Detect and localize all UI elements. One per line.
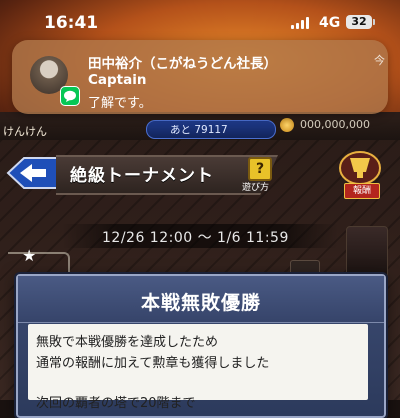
dialog-line-1: 無敗で本戦優勝を達成したため bbox=[36, 335, 219, 350]
dialog-title: 本戦無敗優勝 bbox=[140, 292, 261, 314]
dialog-line-2: 通常の報酬に加えて勲章も獲得しました bbox=[36, 356, 270, 371]
event-period: 12/26 12:00 ～ 1/6 11:59 bbox=[102, 230, 289, 246]
coin-icon bbox=[280, 118, 294, 132]
cellular-signal-icon bbox=[291, 17, 311, 29]
dialog-line-4: 次回の覇者の塔で20階まで bbox=[36, 396, 196, 411]
coin-count: 000,000,000 bbox=[300, 118, 370, 131]
notification-subtitle: Captain bbox=[88, 72, 147, 88]
player-name: けんけん bbox=[3, 125, 47, 138]
exp-remaining: あと 79117 bbox=[170, 124, 228, 136]
line-notification[interactable]: 田中裕介（こがねうどん社長） Captain 了解です。 今 bbox=[12, 40, 388, 114]
status-time: 16:41 bbox=[44, 13, 99, 33]
question-icon: ? bbox=[248, 157, 272, 181]
page-title: 絶級トーナメント bbox=[70, 166, 214, 186]
network-type: 4G bbox=[319, 15, 341, 31]
line-icon bbox=[60, 86, 80, 106]
back-button[interactable] bbox=[6, 156, 60, 190]
notification-message: 了解です。 bbox=[88, 96, 152, 111]
dialog-header: 本戦無敗優勝 bbox=[18, 276, 384, 323]
notification-time: 今 bbox=[374, 54, 385, 67]
back-arrow-icon bbox=[6, 157, 59, 189]
help-label: 遊び方 bbox=[242, 183, 270, 193]
battery-icon: 32 bbox=[346, 15, 375, 29]
side-card bbox=[346, 226, 388, 278]
notification-sender: 田中裕介（こがねうどん社長） bbox=[88, 56, 277, 72]
status-bar: 16:41 4G 32 bbox=[0, 0, 400, 40]
reward-label: 報酬 bbox=[344, 183, 380, 199]
